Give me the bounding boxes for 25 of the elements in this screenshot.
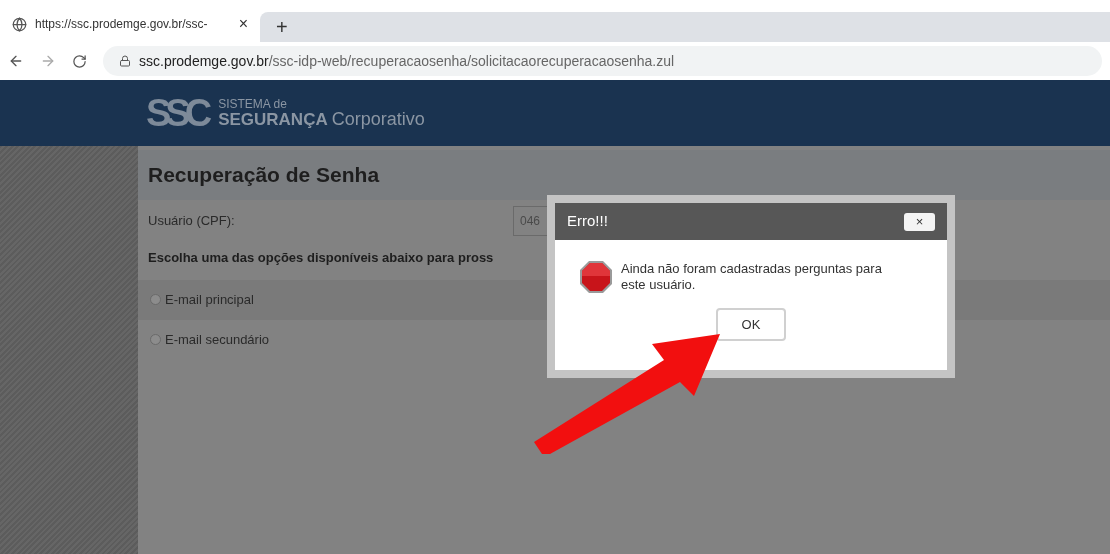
page-title: Recuperação de Senha — [148, 162, 380, 189]
new-tab-button[interactable]: + — [276, 17, 288, 37]
lock-icon — [119, 55, 131, 67]
reload-icon[interactable] — [72, 53, 87, 69]
field-label: Usuário (CPF): — [148, 212, 236, 231]
logo-word: Corporativo — [331, 110, 425, 128]
radio-label: E-mail secundário — [165, 330, 270, 349]
forward-icon[interactable] — [40, 53, 56, 69]
url-text: ssc.prodemge.gov.br/ssc-idp-web/recuperacaosenha/solicitacaorecuperacaosenha.zul — [139, 51, 675, 71]
radio-label: E-mail principal — [165, 290, 254, 309]
tab-close-button[interactable]: × — [238, 16, 248, 32]
instruction-text: Escolha uma das opções disponíveis abaixo para pross — [148, 249, 494, 267]
radio-button[interactable] — [150, 294, 161, 305]
back-icon[interactable] — [8, 53, 24, 69]
stop-sign-icon — [579, 260, 613, 294]
dialog-message: Ainda não foram cadastradas perguntas para este usuário. — [621, 261, 883, 293]
logo-line: SEGURANÇA — [218, 111, 328, 128]
logo-mark: SSC — [146, 94, 207, 132]
radio-button[interactable] — [150, 334, 161, 345]
logo-line: SISTEMA de — [218, 98, 288, 110]
ok-button[interactable]: OK — [716, 308, 786, 341]
close-button[interactable]: × — [904, 212, 935, 231]
tab-title: https://ssc.prodemge.gov.br/ssc- — [35, 16, 208, 33]
address-bar[interactable]: ssc.prodemge.gov.br/ssc-idp-web/recuperacaosenha/solicitacaorecuperacaosenha.zul — [103, 46, 1102, 76]
globe-icon — [12, 16, 27, 32]
